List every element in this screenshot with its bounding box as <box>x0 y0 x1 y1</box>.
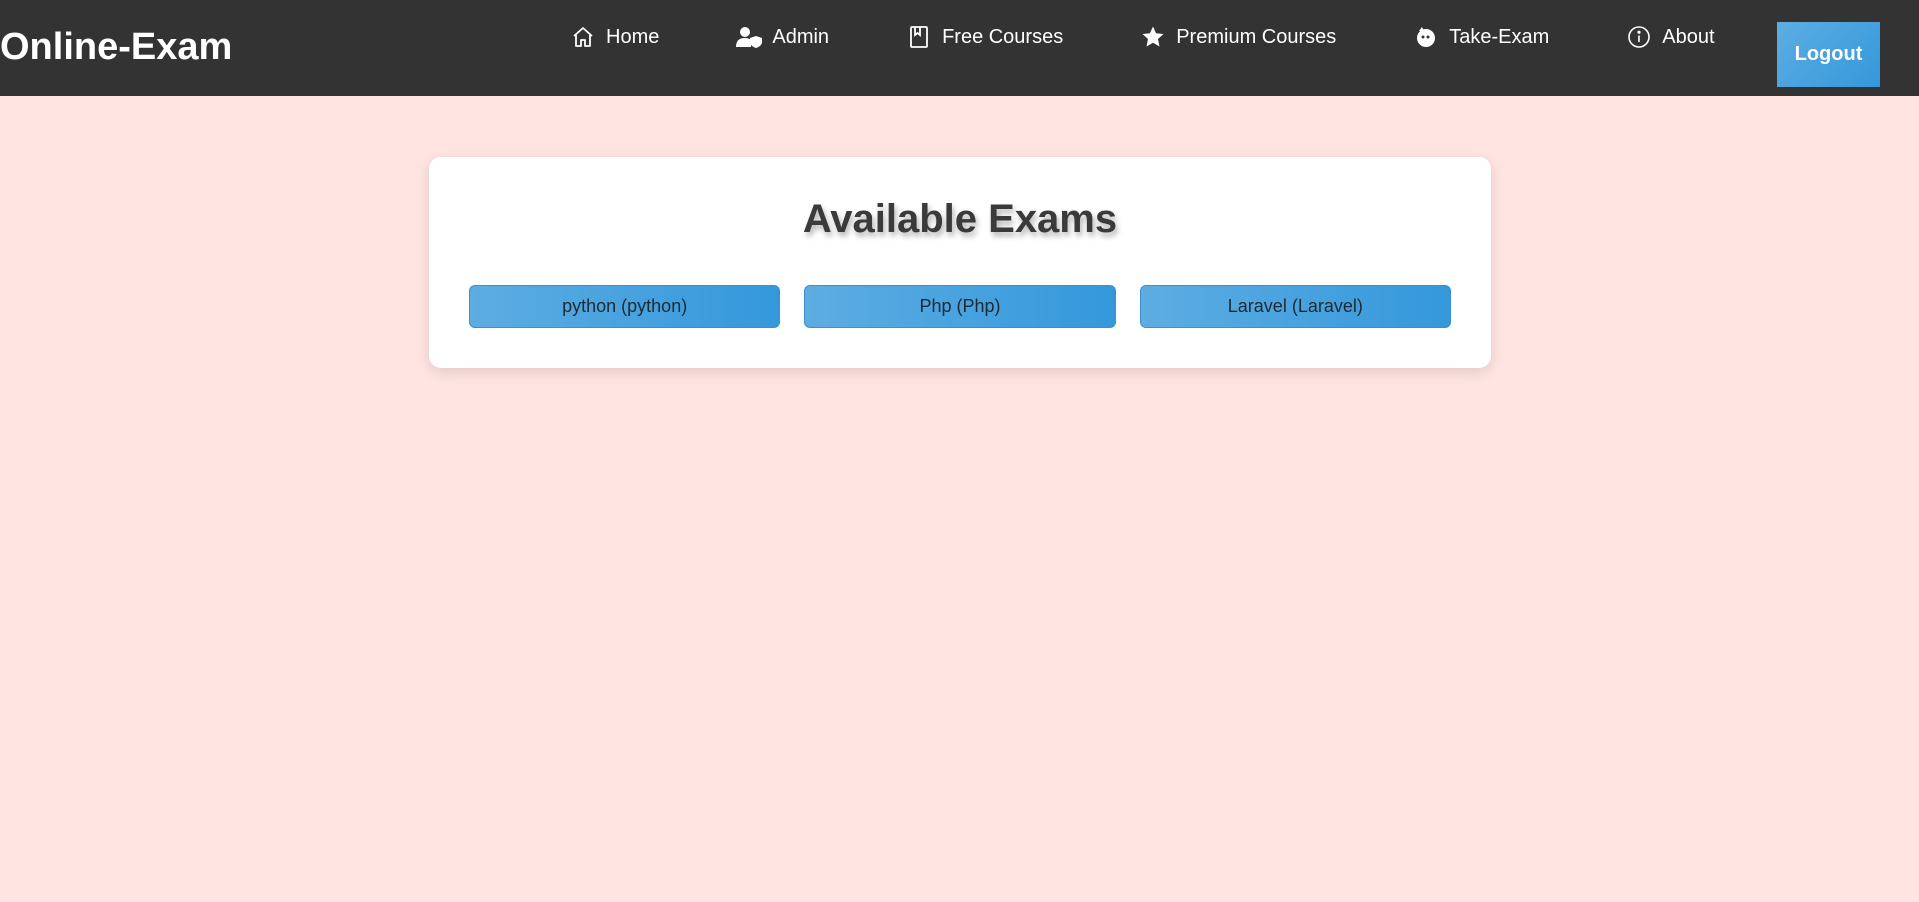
nav-item-take-exam[interactable]: Take-Exam <box>1413 22 1549 52</box>
nav-links: Home Admin Free Courses Premium Courses … <box>570 22 1715 52</box>
exam-list: python (python) Php (Php) Laravel (Larav… <box>469 285 1451 328</box>
face-icon <box>1413 24 1439 50</box>
available-exams-card: Available Exams python (python) Php (Php… <box>429 157 1491 368</box>
exam-button-laravel[interactable]: Laravel (Laravel) <box>1139 285 1451 328</box>
nav-item-label: Take-Exam <box>1449 25 1550 48</box>
top-navbar: Online-Exam Home Admin Free Courses Prem… <box>0 0 1919 96</box>
nav-item-admin[interactable]: Admin <box>736 22 829 52</box>
info-circle-icon <box>1626 24 1652 50</box>
admin-user-shield-icon <box>736 24 763 50</box>
nav-item-label: About <box>1662 25 1715 48</box>
nav-item-label: Premium Courses <box>1176 25 1337 48</box>
book-icon <box>906 24 932 50</box>
exam-button-php[interactable]: Php (Php) <box>804 285 1116 328</box>
logout-button[interactable]: Logout <box>1777 22 1880 87</box>
nav-item-premium-courses[interactable]: Premium Courses <box>1140 22 1336 52</box>
nav-item-home[interactable]: Home <box>570 22 659 52</box>
home-icon <box>570 24 596 50</box>
exam-button-python[interactable]: python (python) <box>469 285 781 328</box>
page-title: Available Exams <box>802 197 1118 241</box>
nav-item-label: Free Courses <box>942 25 1064 48</box>
brand-title[interactable]: Online-Exam <box>0 24 232 70</box>
star-icon <box>1140 24 1166 50</box>
nav-item-about[interactable]: About <box>1626 22 1715 52</box>
nav-item-label: Home <box>606 25 660 48</box>
nav-item-free-courses[interactable]: Free Courses <box>906 22 1063 52</box>
nav-item-label: Admin <box>772 25 830 48</box>
